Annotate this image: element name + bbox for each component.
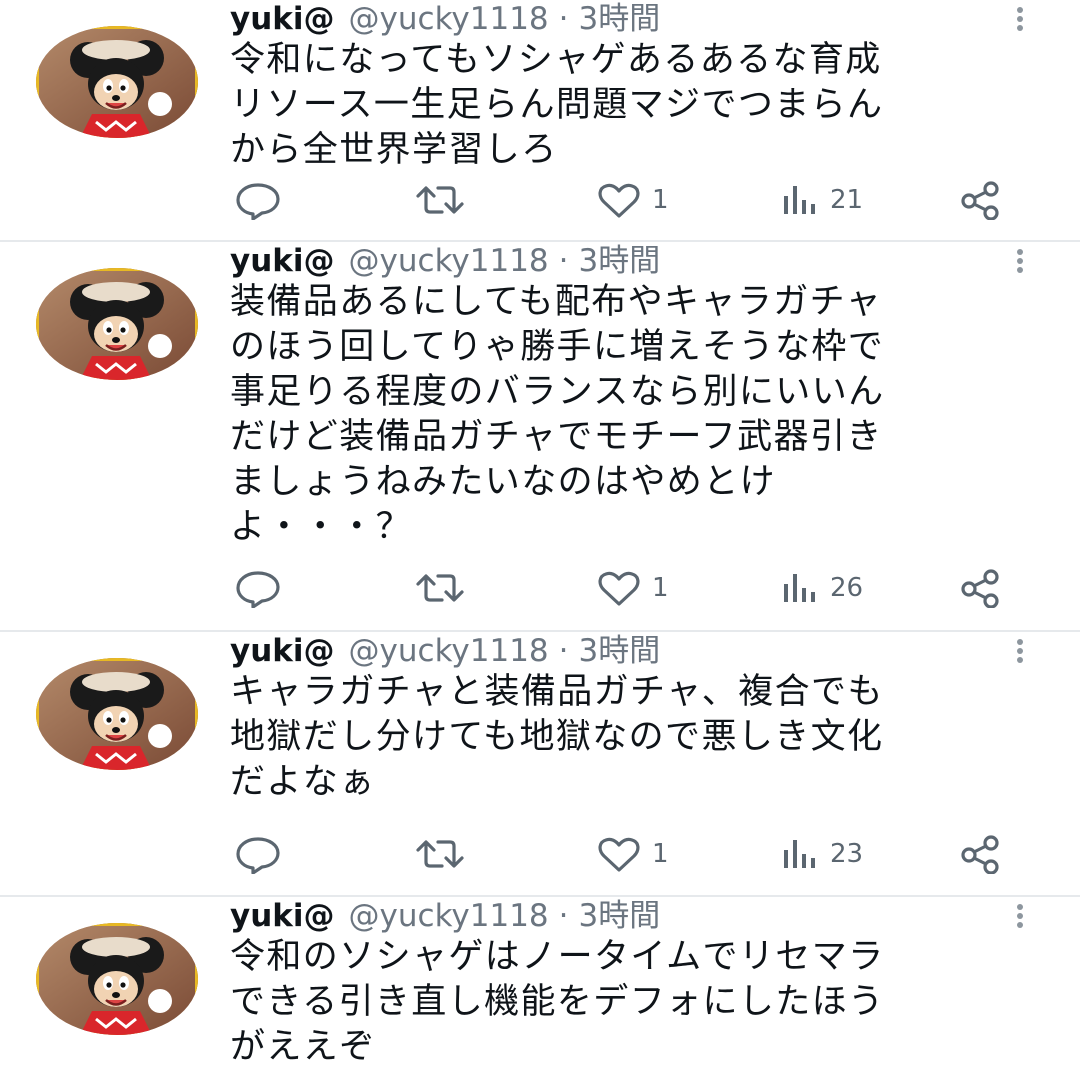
header-separator: · [558, 243, 569, 279]
reply-icon [234, 180, 282, 220]
views-icon [780, 568, 820, 608]
tweet-text: キャラガチャと装備品ガチャ、複合でも 地獄だし分けても地獄なので悪しき文化 だよ… [230, 672, 884, 802]
user-name[interactable]: yuki@ [230, 242, 335, 280]
tweet-header: yuki@ @yucky1118 · 3時間 [230, 897, 660, 935]
tweet[interactable]: yuki@ @yucky1118 · 3時間 令和のソシャゲはノータイムでリセマラ でき… [0, 897, 1080, 1080]
more-vertical-icon[interactable] [1012, 901, 1028, 933]
heart-icon [596, 834, 642, 874]
tweet-text: 令和になってもソシャゲあるあるな育成 リソース一生足らん問題マジでつまらん から… [230, 40, 884, 170]
share-icon [958, 180, 1004, 220]
retweet-icon [414, 834, 466, 874]
views-icon [780, 834, 820, 874]
user-handle[interactable]: @yucky1118 [349, 632, 549, 670]
user-name[interactable]: yuki@ [230, 897, 335, 935]
like-count: 1 [652, 573, 669, 603]
reply-button[interactable] [234, 180, 282, 220]
header-separator: · [558, 898, 569, 934]
tweet-header: yuki@ @yucky1118 · 3時間 [230, 632, 660, 670]
share-icon [958, 834, 1004, 874]
share-button[interactable] [958, 834, 1004, 874]
views-button[interactable]: 23 [780, 834, 863, 874]
views-count: 26 [830, 573, 864, 603]
user-handle[interactable]: @yucky1118 [349, 0, 549, 38]
header-separator: · [558, 1, 569, 37]
more-vertical-icon[interactable] [1012, 4, 1028, 36]
tweet-time[interactable]: 3時間 [579, 632, 661, 670]
like-count: 1 [652, 839, 669, 869]
like-button[interactable]: 1 [596, 568, 669, 608]
heart-icon [596, 568, 642, 608]
retweet-button[interactable] [414, 180, 466, 220]
tweet-text: 装備品あるにしても配布やキャラガチャ のほう回してりゃ勝手に増えそうな枠で 事足… [230, 282, 885, 547]
user-name[interactable]: yuki@ [230, 632, 335, 670]
more-vertical-icon[interactable] [1012, 246, 1028, 278]
reply-icon [234, 568, 282, 608]
avatar[interactable] [36, 268, 198, 380]
reply-button[interactable] [234, 834, 282, 874]
tweet-actions: 1 26 [0, 568, 1080, 608]
tweet-time[interactable]: 3時間 [579, 242, 661, 280]
tweet-time[interactable]: 3時間 [579, 0, 661, 38]
tweet[interactable]: yuki@ @yucky1118 · 3時間 令和になってもソシャゲあるあるな育成 リソ… [0, 0, 1080, 242]
tweet-time[interactable]: 3時間 [579, 897, 661, 935]
views-button[interactable]: 21 [780, 180, 863, 220]
share-button[interactable] [958, 568, 1004, 608]
like-count: 1 [652, 185, 669, 215]
tweet-header: yuki@ @yucky1118 · 3時間 [230, 0, 660, 38]
reply-icon [234, 834, 282, 874]
tweet-header: yuki@ @yucky1118 · 3時間 [230, 242, 660, 280]
tweet-actions: 1 21 [0, 180, 1080, 220]
reply-button[interactable] [234, 568, 282, 608]
timeline-feed: yuki@ @yucky1118 · 3時間 令和になってもソシャゲあるあるな育成 リソ… [0, 0, 1080, 1080]
share-button[interactable] [958, 180, 1004, 220]
more-vertical-icon[interactable] [1012, 636, 1028, 668]
avatar[interactable] [36, 658, 198, 770]
avatar[interactable] [36, 923, 198, 1035]
heart-icon [596, 180, 642, 220]
retweet-icon [414, 568, 466, 608]
user-name[interactable]: yuki@ [230, 0, 335, 38]
tweet-actions: 1 23 [0, 834, 1080, 874]
like-button[interactable]: 1 [596, 180, 669, 220]
views-icon [780, 180, 820, 220]
header-separator: · [558, 633, 569, 669]
tweet[interactable]: yuki@ @yucky1118 · 3時間 装備品あるにしても配布やキャラガチャ のほ… [0, 242, 1080, 632]
like-button[interactable]: 1 [596, 834, 669, 874]
views-count: 21 [830, 185, 864, 215]
tweet-text: 令和のソシャゲはノータイムでリセマラ できる引き直し機能をデフォにしたほう がえ… [230, 937, 885, 1067]
views-button[interactable]: 26 [780, 568, 863, 608]
user-handle[interactable]: @yucky1118 [349, 242, 549, 280]
avatar[interactable] [36, 26, 198, 138]
retweet-button[interactable] [414, 568, 466, 608]
share-icon [958, 568, 1004, 608]
tweet[interactable]: yuki@ @yucky1118 · 3時間 キャラガチャと装備品ガチャ、複合でも 地獄… [0, 632, 1080, 897]
user-handle[interactable]: @yucky1118 [349, 897, 549, 935]
retweet-button[interactable] [414, 834, 466, 874]
views-count: 23 [830, 839, 864, 869]
retweet-icon [414, 180, 466, 220]
